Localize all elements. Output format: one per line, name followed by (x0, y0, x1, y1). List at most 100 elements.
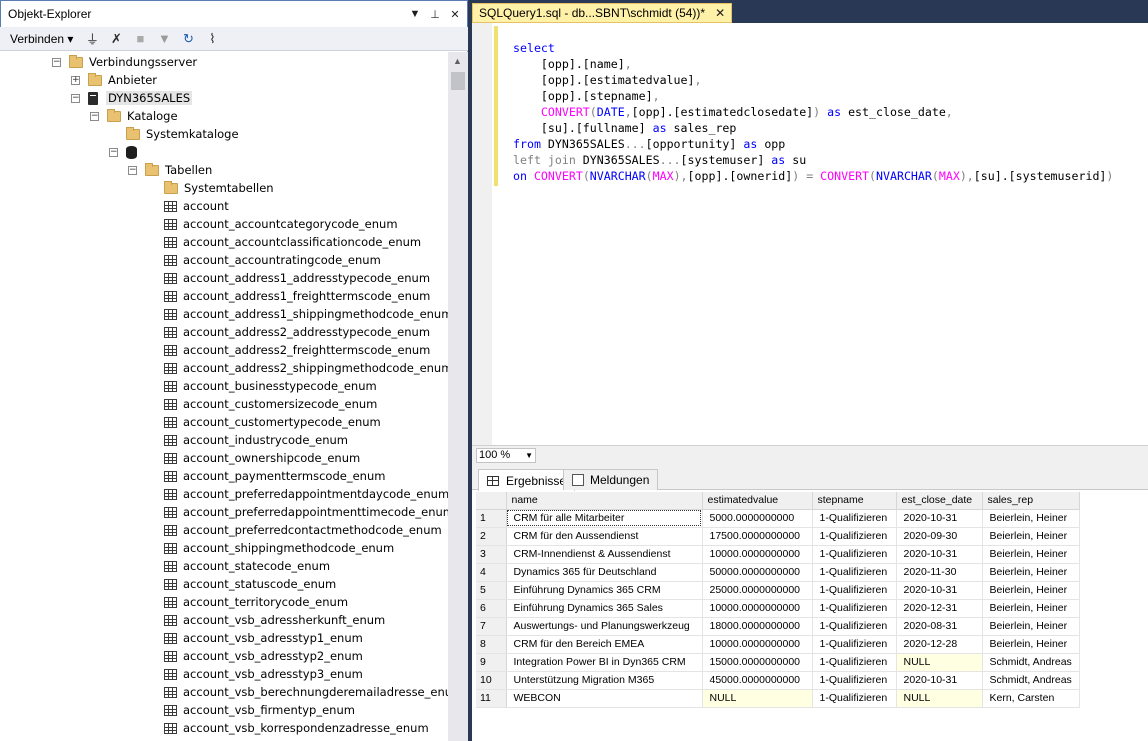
row-number[interactable]: 5 (476, 581, 507, 600)
tree-node[interactable]: account_businesstypecode_enum (147, 377, 377, 395)
sql-code[interactable]: select [opp].[name], [opp].[estimatedval… (513, 40, 1113, 184)
cell-name[interactable]: CRM für den Bereich EMEA (506, 635, 703, 654)
disconnect-plug-icon[interactable]: ✗ (107, 30, 125, 48)
tree-node[interactable]: account_preferredappointmentdaycode_enum (147, 485, 448, 503)
cell-est_close_date[interactable]: 2020-12-31 (896, 599, 983, 618)
tree-node[interactable]: account_industrycode_enum (147, 431, 348, 449)
cell-sales_rep[interactable]: Beierlein, Heiner (982, 563, 1080, 582)
grid-corner[interactable] (476, 492, 507, 510)
tab-results[interactable]: Ergebnisse (478, 469, 576, 491)
tree-node[interactable]: account_vsb_adresstyp3_enum (147, 665, 363, 683)
tree-scrollbar[interactable]: ▲ (448, 52, 468, 741)
filter-icon[interactable]: ▼ (155, 30, 173, 48)
column-header-name[interactable]: name (506, 492, 703, 510)
connect-button[interactable]: Verbinden ▾ (10, 32, 73, 46)
tree-node[interactable]: account_territorycode_enum (147, 593, 348, 611)
cell-estimatedvalue[interactable]: 17500.0000000000 (702, 527, 813, 546)
cell-est_close_date[interactable]: 2020-09-30 (896, 527, 983, 546)
cell-est_close_date[interactable]: NULL (896, 689, 983, 708)
cell-name[interactable]: CRM-Innendienst & Aussendienst (506, 545, 703, 564)
cell-name[interactable]: WEBCON (506, 689, 703, 708)
tree-node[interactable]: account_vsb_adressherkunft_enum (147, 611, 385, 629)
row-number[interactable]: 10 (476, 671, 507, 690)
cell-estimatedvalue[interactable]: 5000.0000000000 (702, 509, 813, 528)
tree-node[interactable]: account_customertypecode_enum (147, 413, 381, 431)
collapse-icon[interactable]: − (52, 57, 61, 67)
zoom-select[interactable]: 100 % ▼ (476, 447, 536, 463)
tree-node[interactable]: account_customersizecode_enum (147, 395, 377, 413)
tree-node[interactable]: − Tabellen (128, 161, 212, 179)
cell-estimatedvalue[interactable]: 50000.0000000000 (702, 563, 813, 582)
cell-estimatedvalue[interactable]: 10000.0000000000 (702, 599, 813, 618)
cell-sales_rep[interactable]: Beierlein, Heiner (982, 545, 1080, 564)
row-number[interactable]: 8 (476, 635, 507, 654)
row-number[interactable]: 3 (476, 545, 507, 564)
tree-node[interactable]: Systemkataloge (109, 125, 239, 143)
tree-node[interactable]: account_statuscode_enum (147, 575, 336, 593)
cell-estimatedvalue[interactable]: 10000.0000000000 (702, 635, 813, 654)
cell-est_close_date[interactable]: NULL (896, 653, 983, 672)
tree-node[interactable]: account_preferredappointmenttimecode_enu… (147, 503, 448, 521)
tree-node[interactable]: account_paymenttermscode_enum (147, 467, 385, 485)
cell-name[interactable]: Dynamics 365 für Deutschland (506, 563, 703, 582)
cell-estimatedvalue[interactable]: 10000.0000000000 (702, 545, 813, 564)
close-tab-icon[interactable]: ✕ (715, 6, 725, 20)
refresh-icon[interactable]: ↻ (179, 30, 197, 48)
row-number[interactable]: 2 (476, 527, 507, 546)
cell-est_close_date[interactable]: 2020-08-31 (896, 617, 983, 636)
tree-node[interactable]: − DYN365SALES (71, 89, 193, 107)
cell-name[interactable]: CRM für alle Mitarbeiter (506, 509, 703, 528)
table-row[interactable]: 6 Einführung Dynamics 365 Sales 10000.0000… (476, 599, 1080, 618)
cell-sales_rep[interactable]: Kern, Carsten (982, 689, 1080, 708)
tree-node[interactable]: account_address2_shippingmethodcode_enum (147, 359, 448, 377)
cell-sales_rep[interactable]: Beierlein, Heiner (982, 635, 1080, 654)
cell-sales_rep[interactable]: Beierlein, Heiner (982, 527, 1080, 546)
dropdown-arrow-icon[interactable]: ▼ (407, 6, 423, 22)
cell-stepname[interactable]: 1-Qualifizieren (812, 689, 897, 708)
column-header-stepname[interactable]: stepname (812, 492, 897, 510)
table-row[interactable]: 5 Einführung Dynamics 365 CRM 25000.000000… (476, 581, 1080, 600)
cell-name[interactable]: Einführung Dynamics 365 Sales (506, 599, 703, 618)
close-icon[interactable]: ✕ (447, 6, 463, 22)
scrollbar-thumb[interactable] (451, 72, 465, 90)
collapse-icon[interactable]: − (128, 165, 137, 175)
tree-node[interactable]: account_address1_addresstypecode_enum (147, 269, 430, 287)
table-row[interactable]: 2 CRM für den Aussendienst 17500.000000000… (476, 527, 1080, 546)
tree-node[interactable]: − Kataloge (90, 107, 178, 125)
row-number[interactable]: 11 (476, 689, 507, 708)
stop-icon[interactable]: ■ (131, 30, 149, 48)
collapse-icon[interactable]: − (71, 93, 80, 103)
cell-sales_rep[interactable]: Beierlein, Heiner (982, 617, 1080, 636)
cell-stepname[interactable]: 1-Qualifizieren (812, 599, 897, 618)
tree-node[interactable]: − Verbindungsserver (52, 53, 197, 71)
tree-node[interactable]: − (109, 143, 145, 161)
cell-stepname[interactable]: 1-Qualifizieren (812, 527, 897, 546)
tab-messages[interactable]: Meldungen (563, 469, 659, 490)
cell-stepname[interactable]: 1-Qualifizieren (812, 509, 897, 528)
column-header-estimatedvalue[interactable]: estimatedvalue (702, 492, 813, 510)
cell-stepname[interactable]: 1-Qualifizieren (812, 635, 897, 654)
cell-sales_rep[interactable]: Schmidt, Andreas (982, 671, 1080, 690)
cell-stepname[interactable]: 1-Qualifizieren (812, 671, 897, 690)
cell-stepname[interactable]: 1-Qualifizieren (812, 563, 897, 582)
cell-est_close_date[interactable]: 2020-10-31 (896, 581, 983, 600)
tree-node[interactable]: + Anbieter (71, 71, 157, 89)
tree-node[interactable]: account_vsb_firmentyp_enum (147, 701, 355, 719)
cell-est_close_date[interactable]: 2020-10-31 (896, 671, 983, 690)
table-row[interactable]: 11 WEBCON NULL 1-Qualifizieren NULL Kern, Car… (476, 689, 1080, 708)
expand-icon[interactable]: + (71, 75, 80, 85)
cell-sales_rep[interactable]: Beierlein, Heiner (982, 599, 1080, 618)
results-grid[interactable]: name estimatedvalue stepname est_close_date… (476, 492, 1080, 708)
cell-estimatedvalue[interactable]: 25000.0000000000 (702, 581, 813, 600)
tree-node[interactable]: account (147, 197, 229, 215)
tree-node[interactable]: account_vsb_adresstyp1_enum (147, 629, 363, 647)
cell-stepname[interactable]: 1-Qualifizieren (812, 581, 897, 600)
cell-estimatedvalue[interactable]: 18000.0000000000 (702, 617, 813, 636)
row-number[interactable]: 7 (476, 617, 507, 636)
row-number[interactable]: 6 (476, 599, 507, 618)
tree-node[interactable]: account_address2_addresstypecode_enum (147, 323, 430, 341)
cell-sales_rep[interactable]: Beierlein, Heiner (982, 581, 1080, 600)
cell-stepname[interactable]: 1-Qualifizieren (812, 653, 897, 672)
row-number[interactable]: 9 (476, 653, 507, 672)
cell-name[interactable]: Unterstützung Migration M365 (506, 671, 703, 690)
